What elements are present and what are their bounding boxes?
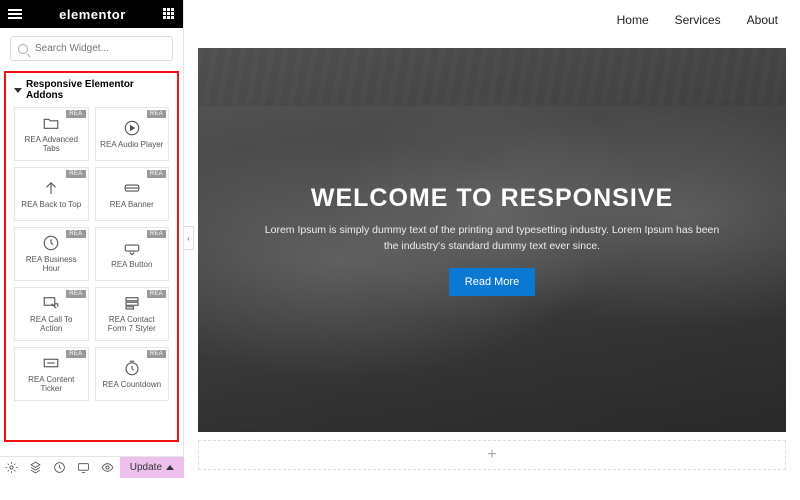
widget-badge: REA	[66, 230, 85, 238]
widget-card[interactable]: REA REA Content Ticker	[14, 347, 89, 401]
widget-label: REA Banner	[106, 201, 158, 210]
widget-badge: REA	[147, 170, 166, 178]
update-label: Update	[130, 462, 162, 473]
widget-card[interactable]: REA REA Back to Top	[14, 167, 89, 221]
history-icon[interactable]	[48, 457, 72, 478]
hero-content: WELCOME TO RESPONSIVE Lorem Ipsum is sim…	[198, 48, 786, 432]
widget-label: REA Button	[107, 261, 156, 270]
sidebar-footer: Update	[0, 456, 184, 478]
hero-text[interactable]: Lorem Ipsum is simply dummy text of the …	[262, 223, 722, 255]
nav-services[interactable]: Services	[675, 13, 721, 27]
widget-badge: REA	[147, 230, 166, 238]
widget-badge: REA	[66, 350, 85, 358]
button-icon	[123, 239, 141, 257]
sidebar-topbar: elementor	[0, 0, 183, 28]
responsive-icon[interactable]	[72, 457, 96, 478]
preview-canvas: Home Services About ‹ WELCOME TO RESPONS…	[184, 0, 800, 478]
widget-badge: REA	[147, 350, 166, 358]
hero-heading[interactable]: WELCOME TO RESPONSIVE	[311, 184, 673, 213]
widget-badge: REA	[147, 110, 166, 118]
widgets-grid: REAREA Advanced TabsREAREA Audio PlayerR…	[6, 107, 177, 409]
chevron-down-icon	[14, 88, 22, 93]
section-title: Responsive Elementor Addons	[26, 79, 169, 101]
search-row	[0, 28, 183, 69]
search-icon	[18, 44, 28, 54]
play-icon	[123, 119, 141, 137]
nav-about[interactable]: About	[747, 13, 778, 27]
widget-card[interactable]: REA REA Call To Action	[14, 287, 89, 341]
collapse-panel-button[interactable]: ‹	[184, 226, 194, 250]
search-input[interactable]	[10, 36, 173, 61]
widget-badge: REA	[66, 110, 85, 118]
section-header[interactable]: Responsive Elementor Addons	[6, 73, 177, 107]
widget-label: REA Contact Form 7 Styler	[96, 316, 169, 334]
widget-card[interactable]: REA REA Advanced Tabs	[14, 107, 89, 161]
navigator-icon[interactable]	[24, 457, 48, 478]
widget-label: REA Audio Player	[96, 141, 167, 150]
widget-badge: REA	[66, 170, 85, 178]
ticker-icon	[42, 354, 60, 372]
read-more-button[interactable]: Read More	[449, 268, 535, 296]
widget-card[interactable]: REA REA Business Hour	[14, 227, 89, 281]
form-icon	[123, 294, 141, 312]
add-section-button[interactable]: +	[198, 440, 786, 470]
menu-icon[interactable]	[8, 9, 22, 19]
widget-card[interactable]: REA REA Countdown	[95, 347, 170, 401]
widget-label: REA Business Hour	[15, 256, 88, 274]
nav-home[interactable]: Home	[617, 13, 649, 27]
preview-icon[interactable]	[96, 457, 120, 478]
countdown-icon	[123, 359, 141, 377]
arrowup-icon	[42, 179, 60, 197]
widgets-section: Responsive Elementor Addons REA REA Advan…	[4, 71, 179, 442]
widget-label: REA Back to Top	[17, 201, 85, 210]
folder-icon	[42, 114, 60, 132]
widget-card[interactable]: REA REA Contact Form 7 Styler	[95, 287, 170, 341]
banner-icon	[123, 179, 141, 197]
cta-icon	[42, 294, 60, 312]
settings-icon[interactable]	[0, 457, 24, 478]
site-nav: Home Services About	[184, 0, 800, 40]
apps-icon[interactable]	[163, 8, 175, 20]
brand-logo: elementor	[59, 7, 126, 22]
widget-label: REA Advanced Tabs	[15, 136, 88, 154]
plus-icon: +	[487, 446, 496, 464]
widget-badge: REA	[66, 290, 85, 298]
widget-label: REA Countdown	[98, 381, 165, 390]
widget-badge: REA	[147, 290, 166, 298]
clock-icon	[42, 234, 60, 252]
elementor-sidebar: elementor Responsive Elementor Addons RE…	[0, 0, 184, 478]
widget-card[interactable]: REA REA Button	[95, 227, 170, 281]
widget-label: REA Content Ticker	[15, 376, 88, 394]
widget-label: REA Call To Action	[15, 316, 88, 334]
widget-card[interactable]: REA REA Banner	[95, 167, 170, 221]
widget-card[interactable]: REA REA Audio Player	[95, 107, 170, 161]
hero-section[interactable]: WELCOME TO RESPONSIVE Lorem Ipsum is sim…	[198, 48, 786, 432]
chevron-up-icon	[166, 465, 174, 470]
update-button[interactable]: Update	[120, 457, 184, 478]
